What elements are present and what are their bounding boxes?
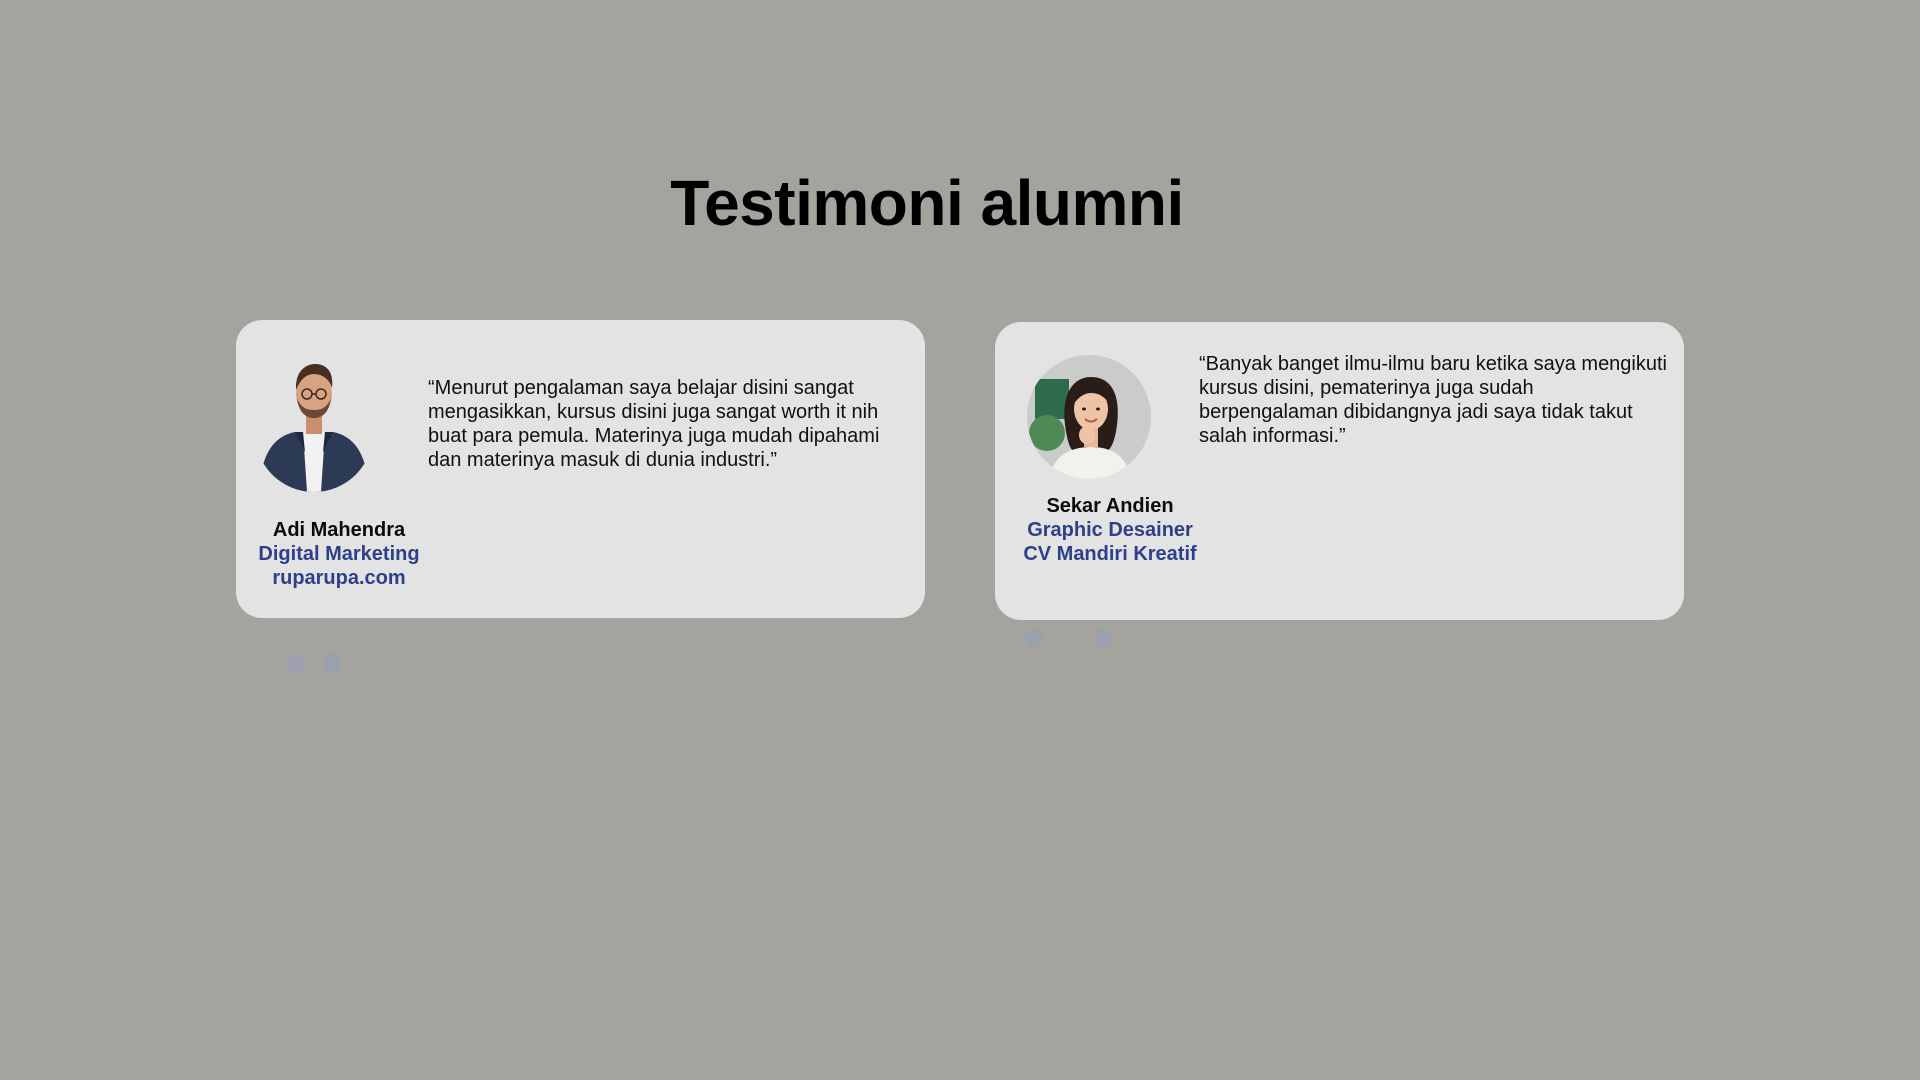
- testimonial-card-adi-mahendra: “Menurut pengalaman saya belajar disini …: [236, 320, 925, 618]
- woman-portrait-icon: [1027, 355, 1151, 479]
- testimonial-quote: “Banyak banget ilmu-ilmu baru ketika say…: [1199, 353, 1667, 447]
- alumni-name: Sekar Andien: [1046, 495, 1174, 517]
- alumni-company: ruparupa.com: [272, 567, 406, 589]
- testimonial-identity: Sekar Andien Graphic Desainer CV Mandiri…: [1005, 494, 1215, 566]
- carousel-dot[interactable]: [1025, 629, 1043, 647]
- man-portrait-icon: [255, 352, 373, 492]
- carousel-dot[interactable]: [1094, 629, 1112, 647]
- avatar: [1027, 355, 1151, 479]
- alumni-company: CV Mandiri Kreatif: [1023, 543, 1197, 565]
- alumni-name: Adi Mahendra: [272, 519, 406, 541]
- testimonial-identity: Adi Mahendra Digital Marketing ruparupa.…: [236, 518, 442, 590]
- carousel-dot[interactable]: [323, 654, 341, 672]
- page-title: Testimoni alumni: [670, 167, 1184, 239]
- avatar: [255, 352, 373, 492]
- alumni-role: Digital Marketing: [258, 543, 420, 565]
- testimonial-quote: “Menurut pengalaman saya belajar disini …: [428, 377, 880, 471]
- testimonial-card-sekar-andien: “Banyak banget ilmu-ilmu baru ketika say…: [995, 322, 1684, 620]
- carousel-dot[interactable]: [288, 654, 306, 672]
- alumni-role: Graphic Desainer: [1027, 519, 1193, 541]
